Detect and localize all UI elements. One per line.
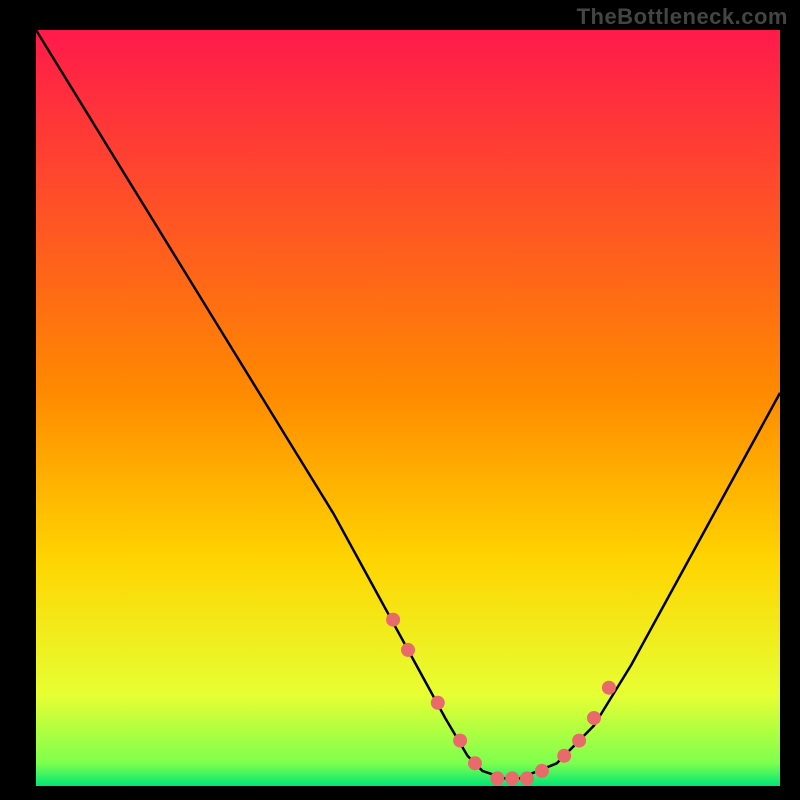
chart-frame: TheBottleneck.com [0, 0, 800, 800]
sweet-spot-dot [535, 764, 549, 778]
sweet-spot-dot [490, 771, 504, 785]
sweet-spot-dot [453, 734, 467, 748]
sweet-spot-dot [602, 681, 616, 695]
bottleneck-chart [0, 0, 800, 800]
gradient-background [36, 30, 780, 786]
sweet-spot-dot [505, 771, 519, 785]
sweet-spot-dot [557, 749, 571, 763]
sweet-spot-dot [520, 771, 534, 785]
sweet-spot-dot [587, 711, 601, 725]
sweet-spot-dot [386, 613, 400, 627]
sweet-spot-dot [431, 696, 445, 710]
sweet-spot-dot [572, 734, 586, 748]
sweet-spot-dot [468, 756, 482, 770]
sweet-spot-dot [401, 643, 415, 657]
